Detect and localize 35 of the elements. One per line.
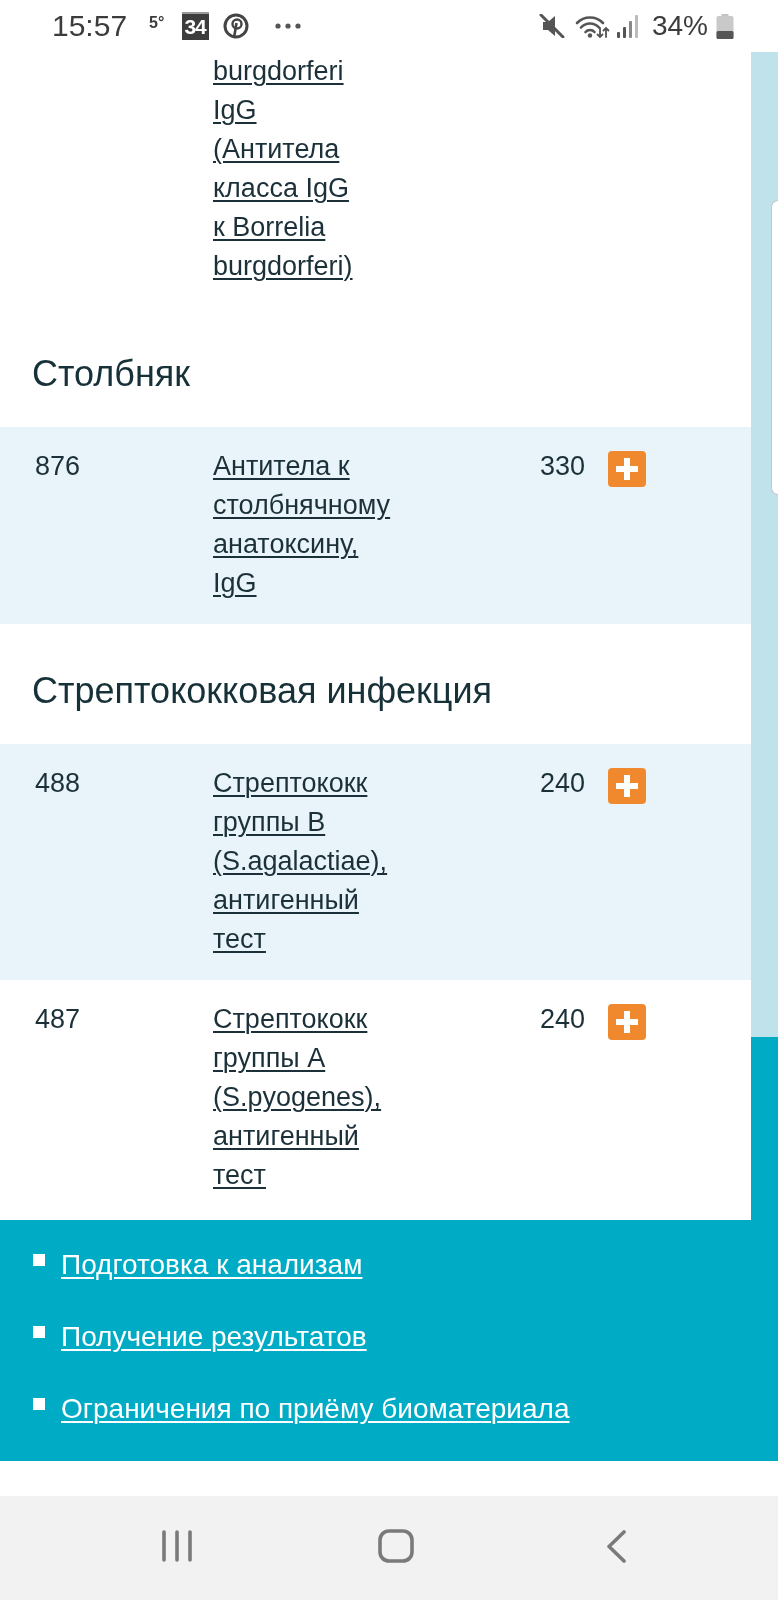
home-icon[interactable] bbox=[378, 1529, 414, 1563]
test-code: 488 bbox=[35, 768, 81, 798]
wifi-icon bbox=[574, 13, 610, 39]
square-bullet-icon bbox=[33, 1398, 45, 1410]
add-to-cart-button[interactable] bbox=[608, 451, 647, 487]
test-name-link[interactable]: Стрептококк группы B (S.agalactiae), антигенный тест bbox=[213, 764, 388, 959]
mute-icon bbox=[538, 14, 565, 38]
section-heading: Стрептококковая инфекция bbox=[32, 670, 493, 711]
signal-icon bbox=[615, 14, 640, 38]
test-name-link[interactable]: burgdorferi IgG (Антитела класса IgG к Borrelia burgdorferi) bbox=[213, 52, 353, 286]
edge-panel-handle[interactable] bbox=[771, 200, 778, 495]
square-bullet-icon bbox=[33, 1254, 45, 1266]
calendar-notification: 34 bbox=[182, 12, 209, 40]
test-code: 487 bbox=[35, 1004, 81, 1034]
test-price: 240 bbox=[540, 1003, 586, 1036]
test-price: 240 bbox=[540, 767, 586, 800]
clock-time: 15:57 bbox=[52, 9, 128, 43]
weather-temperature: 5° bbox=[149, 14, 165, 32]
battery-icon bbox=[716, 13, 734, 39]
plus-icon bbox=[616, 458, 639, 480]
add-to-cart-button[interactable] bbox=[608, 768, 647, 804]
more-notifications-icon bbox=[274, 23, 301, 29]
test-code: 876 bbox=[35, 451, 81, 481]
add-to-cart-button[interactable] bbox=[608, 1004, 647, 1040]
test-price: 330 bbox=[540, 450, 586, 483]
pin-logo-icon bbox=[222, 13, 249, 39]
back-icon[interactable] bbox=[606, 1529, 626, 1563]
square-bullet-icon bbox=[33, 1326, 45, 1338]
test-name-link[interactable]: Антитела к столбнячному анатоксину, IgG bbox=[213, 447, 391, 603]
recent-apps-icon[interactable] bbox=[161, 1530, 193, 1562]
section-heading: Столбняк bbox=[32, 353, 191, 394]
battery-percent: 34% bbox=[651, 10, 708, 42]
test-name-link[interactable]: Стрептококк группы A (S.pyogenes), антигенный тест bbox=[213, 1000, 382, 1195]
plus-icon bbox=[616, 1011, 639, 1033]
plus-icon bbox=[616, 775, 639, 797]
